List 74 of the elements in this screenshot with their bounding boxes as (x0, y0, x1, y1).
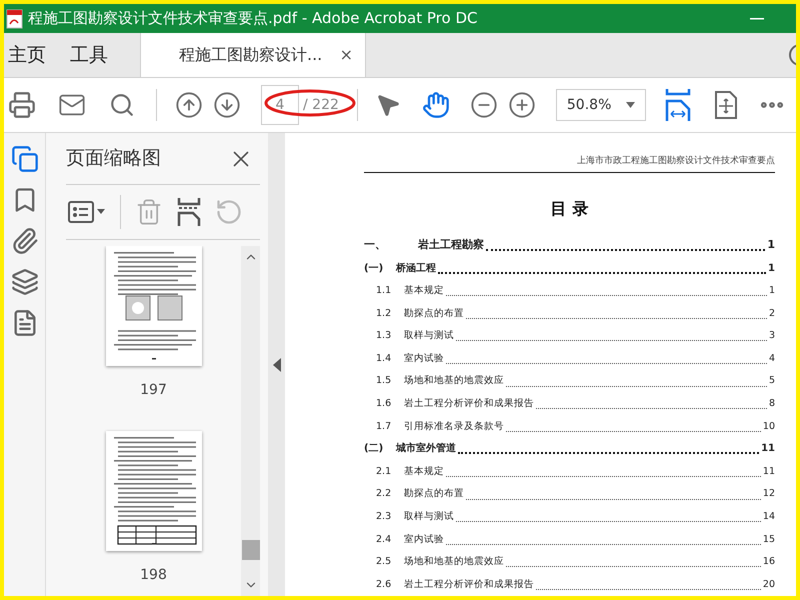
contents-title: 目 录 (550, 198, 588, 220)
toc-title[interactable]: 室内试验 (404, 532, 444, 547)
page-number: 198 (140, 566, 167, 585)
toc-page: 14 (762, 510, 775, 524)
scroll-thumb[interactable] (242, 540, 260, 560)
toc-page: 16 (762, 555, 775, 570)
document-tab[interactable]: 程施工图勘察设计... × (140, 33, 366, 77)
help-icon[interactable] (788, 43, 796, 67)
toc-number: 1.6 (375, 397, 392, 411)
toc-number: 1.5 (375, 374, 392, 388)
page-thumbnail[interactable] (106, 431, 202, 551)
layers-icon[interactable] (10, 268, 38, 296)
toc-page: 1 (768, 262, 775, 276)
toc-page: 11 (762, 464, 775, 479)
toc-title[interactable]: 场地和地基的地震效应 (404, 555, 504, 570)
toc-title[interactable]: 岩土工程分析评价和成果报告 (404, 578, 534, 592)
toc-number: 1.2 (375, 306, 392, 321)
toc-page: 11 (761, 442, 775, 456)
toc-title[interactable]: 引用标准名录及条款号 (404, 420, 504, 434)
nav-tab[interactable]: 主页 (4, 33, 58, 77)
window-title: 程施工图勘察设计文件技术审查要点.pdf - Adobe Acrobat Pro DC (28, 8, 478, 30)
options-icon[interactable] (68, 200, 106, 224)
toc-title[interactable]: 场地和地基的地震效应 (404, 374, 504, 389)
toc-number: 2.3 (375, 510, 392, 524)
toc-title[interactable]: 取样与测试 (404, 510, 454, 524)
page-total: / 222 (303, 96, 339, 114)
toc-title[interactable]: 勘探点的布置 (404, 487, 464, 502)
page-number: 197 (140, 381, 167, 400)
toc-page: 5 (768, 374, 775, 388)
toc-page: 20 (762, 578, 775, 592)
toc-number: 2.4 (375, 532, 392, 547)
toc-title[interactable]: 岩土工程勘察 (418, 236, 484, 254)
toc-title[interactable]: 基本规定 (404, 284, 444, 298)
toc-number: 一、 (364, 236, 387, 253)
toc-number: 2.6 (375, 578, 392, 592)
collapse-arrow-icon[interactable] (272, 358, 280, 372)
toc-number: 1.1 (375, 284, 392, 298)
page-header: 上海市市政工程施工图勘察设计文件技术审查要点 (577, 155, 775, 168)
insert-page-icon[interactable] (177, 198, 201, 226)
toc-number: 1.7 (375, 420, 392, 434)
toc-page: 4 (768, 352, 775, 366)
toc-number: (一) (364, 262, 384, 276)
toc-title[interactable]: 基本规定 (404, 464, 444, 480)
caret-icon (626, 102, 635, 108)
toc-title[interactable]: 室内试验 (404, 352, 444, 366)
toc-title[interactable]: 取样与测试 (404, 329, 454, 344)
toc-number: 1.3 (375, 329, 392, 344)
toc-title[interactable]: 桥涵工程 (396, 260, 436, 276)
page-number-field[interactable]: 4 (261, 85, 299, 125)
pdf-app-icon (6, 8, 24, 28)
toc-number: (二) (364, 442, 384, 456)
toc-page: 1 (768, 284, 775, 298)
toc-page: 1 (767, 236, 775, 253)
panel-title: 页面缩略图 (66, 146, 161, 172)
toc-title[interactable]: 城市室外管道 (396, 441, 456, 456)
toc-page: 2 (768, 306, 775, 321)
toc-page: 3 (768, 329, 775, 344)
close-tab[interactable]: × (340, 43, 353, 67)
minimize-icon[interactable] (750, 16, 764, 20)
nav-tab[interactable]: 工具 (58, 33, 120, 77)
toc-page: 10 (762, 420, 775, 434)
toc-title[interactable]: 岩土工程分析评价和成果报告 (404, 397, 534, 412)
toc-page: 8 (768, 397, 775, 411)
page-thumbnail[interactable] (106, 246, 202, 366)
toc-page: 15 (762, 532, 775, 547)
toc-number: 2.2 (375, 487, 392, 502)
toc-number: 2.1 (375, 464, 392, 479)
paperclip-icon[interactable] (10, 227, 38, 255)
page-thumbnails-icon[interactable] (10, 145, 38, 173)
toc-page: 12 (762, 487, 775, 502)
toc-number: 2.5 (375, 555, 392, 570)
toc-number: 1.4 (375, 352, 392, 366)
toc-title[interactable]: 勘探点的布置 (404, 306, 464, 321)
zoom-dropdown[interactable]: 50.8% (556, 89, 646, 121)
